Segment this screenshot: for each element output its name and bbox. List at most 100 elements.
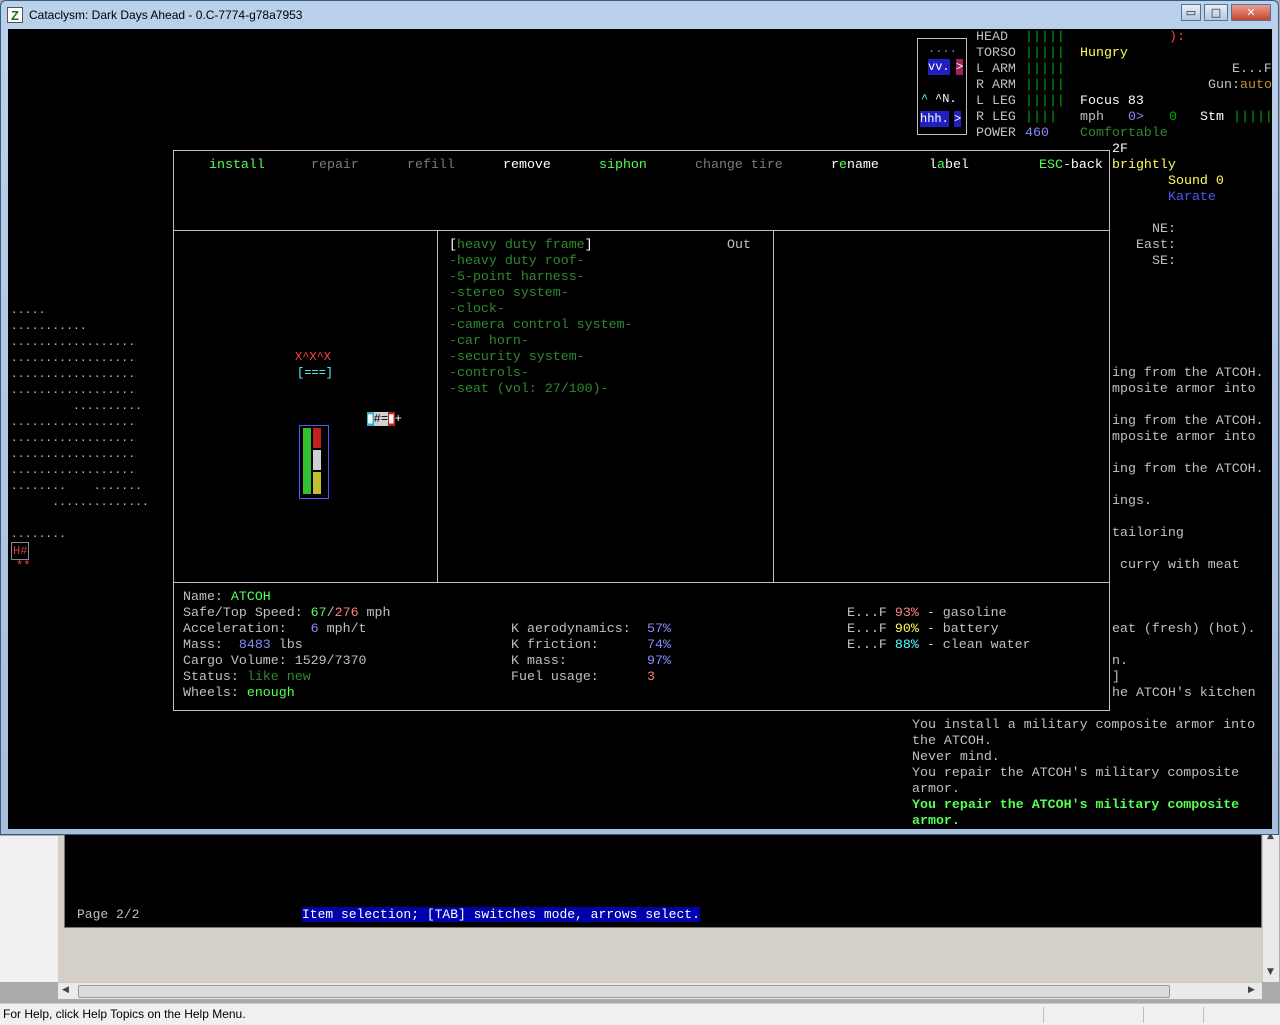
map-row: .................. — [11, 449, 136, 461]
label-label-key: a — [936, 157, 945, 172]
latest-message-line: armor. — [912, 813, 960, 828]
part-item[interactable]: -5-point harness- — [449, 269, 585, 285]
action-repair[interactable]: repair — [311, 157, 359, 173]
esc-key-label: ESC — [1039, 157, 1063, 172]
divider — [174, 582, 1109, 583]
vehicle-tank-icon — [303, 428, 311, 494]
scroll-down-arrow-icon[interactable]: ▼ — [1267, 967, 1274, 977]
close-button[interactable]: ✕ — [1231, 4, 1271, 21]
label-label-suffix: bel — [944, 157, 969, 172]
vehicle-interaction-dialog: install repair refill remove siphon chan… — [173, 150, 1110, 711]
gun-mode: auto — [1240, 77, 1272, 92]
divider — [174, 230, 1109, 231]
stamina-label: Stm — [1200, 109, 1224, 124]
vehicle-cargo-row: Cargo Volume: 1529/7370 — [183, 653, 367, 668]
k-mass-label: K mass: — [511, 653, 567, 668]
part-item[interactable]: -heavy duty roof- — [449, 253, 585, 269]
action-label[interactable]: label — [929, 157, 969, 173]
minimize-button[interactable]: ▭ — [1181, 4, 1201, 21]
map-marker: ** — [16, 559, 31, 573]
part-item[interactable]: -security system- — [449, 349, 585, 365]
maximize-button[interactable]: □ — [1204, 4, 1228, 21]
message-line: ing from the ATCOH. — [1112, 461, 1264, 476]
k-mass-value: 97% — [647, 653, 671, 668]
hunger-status: Hungry — [1080, 45, 1128, 60]
focus-value: Focus 83 — [1080, 93, 1144, 108]
minimap-row: ^ — [921, 92, 929, 106]
body-part-label: L LEG — [976, 93, 1016, 108]
host-vertical-scrollbar[interactable]: ▲ ▼ — [1262, 830, 1279, 982]
direction-label: SE: — [1152, 253, 1176, 268]
message-line: mposite armor into — [1112, 381, 1256, 396]
map-row: .................. — [11, 337, 136, 349]
minimap-row: > — [954, 111, 962, 127]
vehicle-picture: X^X^X [===] ▮#=▮+ — [295, 349, 402, 509]
body-part-label: R ARM — [976, 77, 1016, 92]
vehicle-acceleration-row: Acceleration: 6 mph/t — [183, 621, 367, 636]
action-esc-back[interactable]: ESC-back — [1039, 157, 1103, 173]
stamina-bars: ||||| — [1233, 109, 1272, 124]
message-line: he ATCOH's kitchen — [1112, 685, 1256, 700]
part-item[interactable]: -seat (vol: 27/100)- — [449, 381, 609, 397]
message-line: You install a military composite armor i… — [912, 717, 1256, 732]
game-screen[interactable]: ..... ........... .................. ...… — [8, 29, 1272, 829]
vehicle-mass-row: Mass: 8483 lbs — [183, 637, 303, 652]
k-friction-value: 74% — [647, 637, 671, 652]
action-install[interactable]: install — [209, 157, 265, 173]
vehicle-status-row: Status: like new — [183, 669, 311, 684]
map-row: ..... — [11, 305, 46, 317]
part-item[interactable]: -controls- — [449, 365, 529, 381]
action-siphon[interactable]: siphon — [599, 157, 647, 173]
message-line: ing from the ATCOH. — [1112, 413, 1264, 428]
fuel-usage-label: Fuel usage: — [511, 669, 599, 684]
light-status: brightly — [1112, 157, 1176, 172]
app-icon: Z — [7, 7, 23, 23]
part-item-selected[interactable]: [heavy duty frame] — [449, 237, 593, 253]
part-item[interactable]: -stereo system- — [449, 285, 569, 301]
rename-label-prefix: r — [831, 157, 839, 172]
action-refill[interactable]: refill — [407, 157, 455, 173]
floor-indicator: 2F — [1112, 141, 1128, 156]
action-remove[interactable]: remove — [503, 157, 551, 173]
part-item[interactable]: -camera control system- — [449, 317, 633, 333]
action-rename[interactable]: rename — [831, 157, 879, 173]
action-change-tire[interactable]: change tire — [695, 157, 783, 173]
message-line: curry with meat — [1112, 557, 1240, 572]
body-part-health: |||| — [1025, 109, 1057, 124]
speed-value: 0> — [1128, 109, 1144, 124]
minimap-row: hhh. — [920, 111, 949, 127]
action-install-label: install — [209, 157, 265, 172]
body-part-label: L ARM — [976, 61, 1016, 76]
message-line: You repair the ATCOH's military composit… — [912, 765, 1240, 780]
vehicle-cargo-icon — [313, 450, 321, 470]
vehicle-speed-row: Safe/Top Speed: 67/276 mph — [183, 605, 391, 620]
scroll-left-arrow-icon[interactable]: ◀ — [62, 985, 69, 995]
message-line: Never mind. — [912, 749, 1000, 764]
k-aero-value: 57% — [647, 621, 671, 636]
k-friction-label: K friction: — [511, 637, 599, 652]
part-item[interactable]: -clock- — [449, 301, 505, 317]
message-line: ing from the ATCOH. — [1112, 365, 1264, 380]
horizontal-scroll-thumb[interactable] — [78, 985, 1170, 998]
host-horizontal-scrollbar[interactable]: ◀ ▶ — [58, 982, 1262, 999]
rename-label-suffix: name — [846, 157, 879, 172]
status-bar: For Help, click Help Topics on the Help … — [0, 1003, 1280, 1024]
message-line: ] — [1112, 669, 1120, 684]
scroll-right-arrow-icon[interactable]: ▶ — [1248, 985, 1255, 995]
vehicle-controls-icon: #= — [373, 412, 389, 426]
vehicle-front-row: X^X^X — [295, 350, 332, 364]
vehicle-roof-row: [===] — [297, 366, 334, 380]
part-item[interactable]: -car horn- — [449, 333, 529, 349]
direction-label: NE: — [1152, 221, 1176, 236]
status-divider — [1043, 1007, 1044, 1023]
status-divider — [1203, 1007, 1204, 1023]
vehicle-battery-icon — [313, 472, 321, 494]
map-row: .................. — [11, 417, 136, 429]
selection-hint: Item selection; [TAB] switches mode, arr… — [302, 907, 700, 922]
body-part-health: ||||| — [1025, 61, 1065, 76]
martial-style: Karate — [1168, 189, 1216, 204]
title-bar[interactable]: Z Cataclysm: Dark Days Ahead - 0.C-7774-… — [1, 1, 1278, 29]
message-line: armor. — [912, 781, 960, 796]
temperature-status: Comfortable — [1080, 125, 1168, 140]
body-part-label: HEAD — [976, 29, 1008, 44]
